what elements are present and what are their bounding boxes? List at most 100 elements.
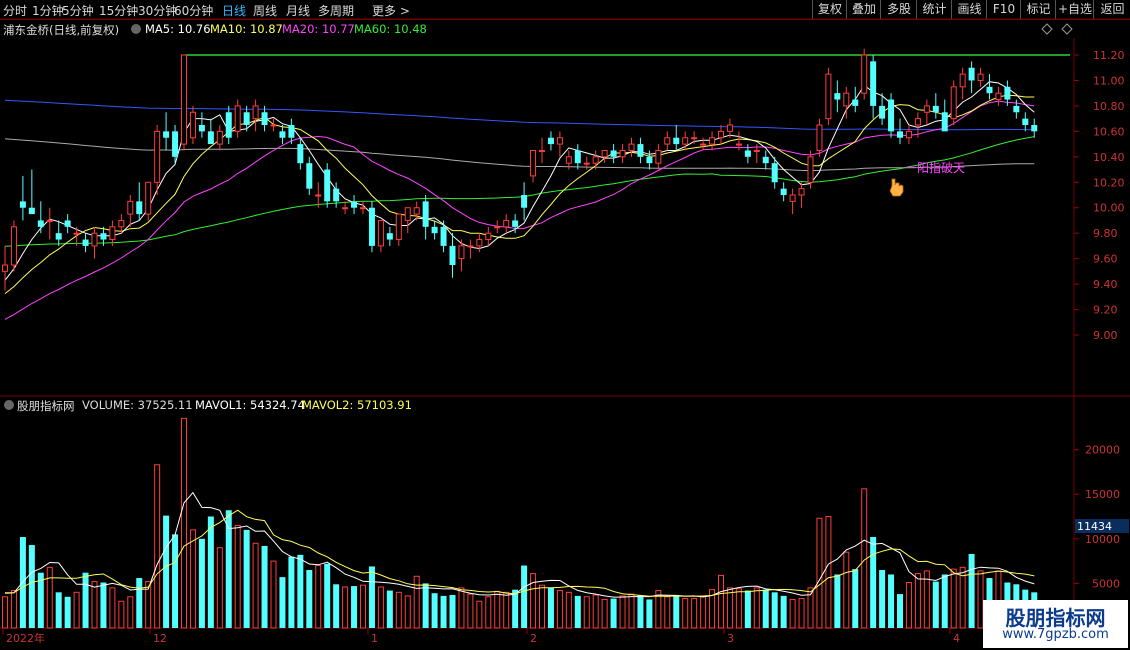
candle-down <box>351 201 358 208</box>
volume-bar-up <box>539 584 545 629</box>
volume-bar-down <box>261 545 268 628</box>
candle-up <box>914 118 921 126</box>
volume-bar-down <box>762 589 769 628</box>
candle-down <box>28 207 35 215</box>
candle-up <box>109 226 116 241</box>
candle-up <box>807 156 814 183</box>
candle-down <box>306 163 313 189</box>
candle-down <box>172 131 179 157</box>
volume-bar-down <box>744 590 751 628</box>
volume-bar-up <box>691 598 698 629</box>
price-tick-label: 10.20 <box>1093 176 1125 189</box>
candle-down <box>333 188 340 202</box>
candle-up <box>2 264 8 272</box>
volume-bar-down <box>279 577 286 628</box>
stock-chart[interactable]: 11.20 11.00 10.80 10.60 10.40 10.20 10.00 9.80 9… <box>0 0 1130 650</box>
ma10-line <box>4 94 1035 294</box>
candle-up <box>539 149 545 152</box>
volume-bar-down <box>243 529 250 628</box>
candle-up <box>494 226 501 229</box>
volume-bar-down <box>521 565 528 628</box>
volume-bar-up <box>565 591 572 629</box>
volume-bar-up <box>503 591 510 629</box>
date-label: 12 <box>153 632 167 645</box>
candle-up <box>10 226 17 266</box>
volume-bar-up <box>73 591 80 629</box>
candle-down <box>780 188 787 195</box>
volume-bar-up <box>127 596 134 629</box>
candle-down <box>136 201 143 215</box>
chart-annotation: 一阳指破天 <box>905 160 965 175</box>
candle-up <box>583 162 590 165</box>
candle-up <box>601 149 608 158</box>
candle-down <box>744 150 751 157</box>
candle-up <box>843 92 850 107</box>
date-label: 2 <box>530 632 537 645</box>
candle-down <box>64 220 71 227</box>
candle-up <box>959 73 966 88</box>
candle-down <box>19 201 26 208</box>
volume-bar-down <box>207 516 214 628</box>
candle-up <box>905 130 912 139</box>
volume-bar-down <box>324 563 331 628</box>
volume-bar-down <box>306 570 313 628</box>
candle-up <box>619 149 626 158</box>
volume-bar-down <box>673 594 680 628</box>
volume-bar-up <box>530 573 537 629</box>
date-label: 4 <box>953 632 960 645</box>
volume-bar-down <box>637 594 644 628</box>
candle-down <box>37 220 44 227</box>
volume-bar-down <box>968 553 975 628</box>
candle-down <box>834 93 841 100</box>
volume-bar-up <box>556 590 563 629</box>
volume-bar-down <box>100 582 107 628</box>
volume-bar-up <box>315 565 322 629</box>
candle-down <box>422 201 429 227</box>
candle-up <box>995 92 1002 101</box>
candle-down <box>82 239 89 246</box>
candle-down <box>512 220 519 227</box>
chart-controls[interactable] <box>1041 23 1073 35</box>
candle-up <box>530 149 537 177</box>
volume-bar-down <box>136 578 143 628</box>
price-tick-label: 9.60 <box>1093 253 1118 266</box>
volume-bar-down <box>610 598 617 628</box>
date-label: 1 <box>371 632 378 645</box>
candle-up <box>127 200 134 215</box>
volume-bar-up <box>467 593 474 629</box>
volume-bar-up <box>154 464 161 629</box>
price-tick-label: 9.00 <box>1093 329 1118 342</box>
candle-down <box>55 233 62 240</box>
volume-tick-label: 10000 <box>1085 533 1120 546</box>
candle-up <box>377 219 384 247</box>
candle-down <box>243 112 250 125</box>
candle-up <box>556 137 563 145</box>
volume-bar-down <box>386 590 393 628</box>
volume-bar-up <box>789 598 796 629</box>
candle-down <box>673 137 680 145</box>
volume-bar-down <box>288 556 295 628</box>
candle-down <box>637 144 644 157</box>
candle-up <box>145 181 152 215</box>
volume-bar-up <box>959 566 966 629</box>
volume-bar-up <box>735 588 742 629</box>
candle-up <box>315 194 322 197</box>
volume-bar-up <box>619 595 626 629</box>
candle-up <box>664 137 671 145</box>
candle-up <box>458 245 465 260</box>
volume-bar-down <box>941 574 948 628</box>
candle-up <box>977 73 984 81</box>
candle-down <box>279 131 286 138</box>
volume-bar-up <box>216 547 223 629</box>
candle-up <box>816 124 823 151</box>
watermark-logo: 股朋指标网 www.7gpzb.com <box>983 600 1128 648</box>
candle-up <box>216 130 223 145</box>
candle-down <box>207 131 214 145</box>
volume-bar-down <box>449 594 456 628</box>
volume-bar-down <box>888 574 895 628</box>
candle-down <box>431 226 438 234</box>
volume-tick-label: 20000 <box>1085 444 1120 457</box>
volume-bar-up <box>726 587 733 629</box>
volume-bar-down <box>351 586 358 628</box>
candle-up <box>718 130 724 139</box>
